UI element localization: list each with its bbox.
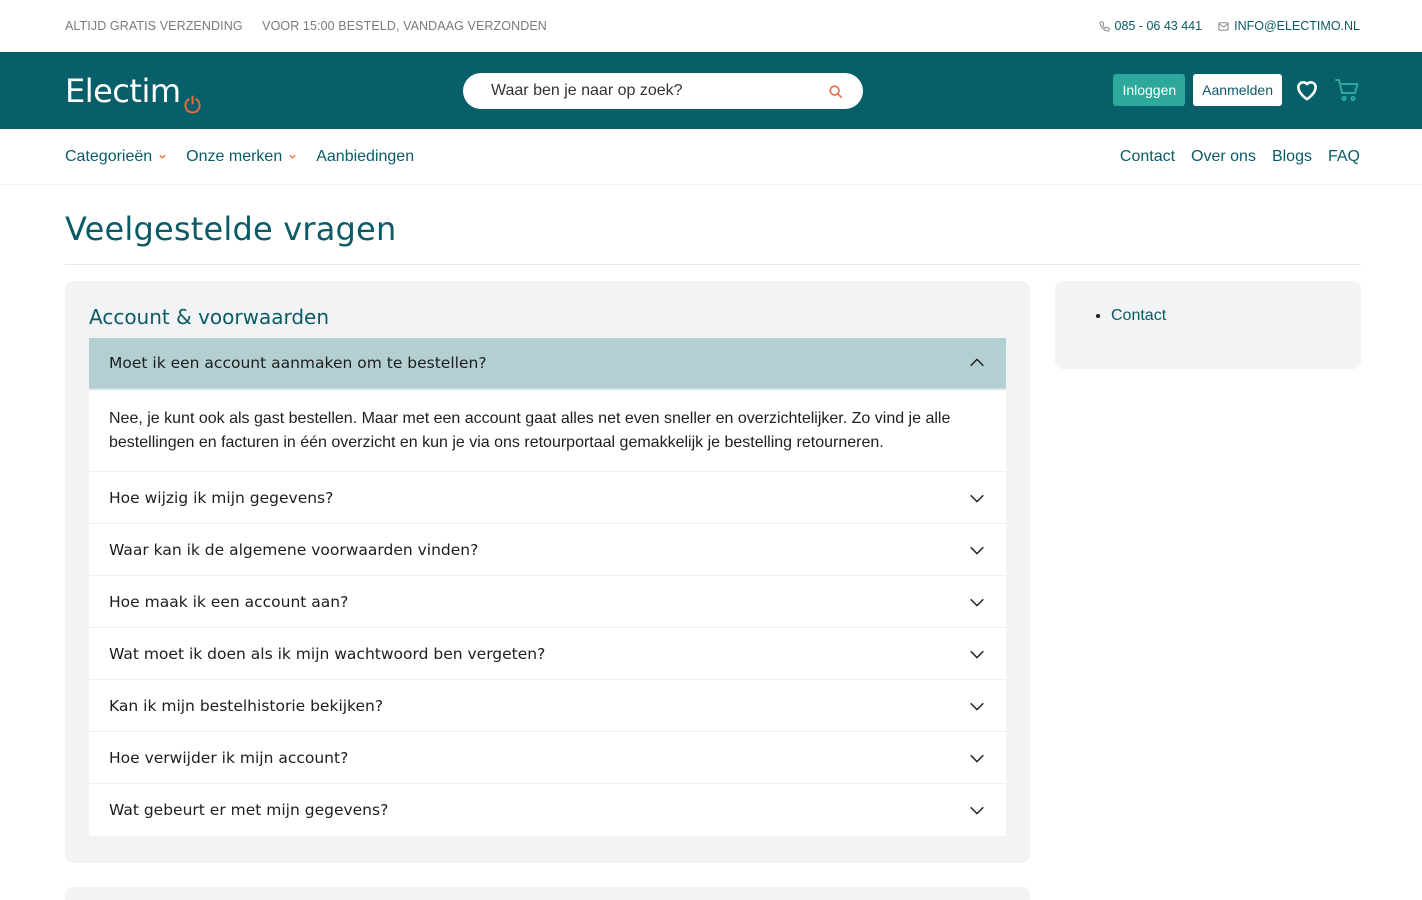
mail-icon xyxy=(1218,21,1229,31)
faq-item: Waar kan ik de algemene voorwaarden vind… xyxy=(89,524,1006,576)
faq-section: Account & voorwaarden Moet ik een accoun… xyxy=(65,281,1030,863)
search-input[interactable] xyxy=(491,82,828,100)
email-address: INFO@ELECTIMO.NL xyxy=(1234,19,1360,33)
faq-question: Kan ik mijn bestelhistorie bekijken? xyxy=(109,696,384,715)
nav-right: Contact Over ons Blogs FAQ xyxy=(1104,148,1360,166)
logo[interactable]: Electim xyxy=(65,71,202,114)
chevron-down-icon xyxy=(970,650,984,659)
nav-item-faq[interactable]: FAQ xyxy=(1328,148,1360,166)
nav-item-brands[interactable]: Onze merken xyxy=(186,148,297,166)
sidebar-link-contact[interactable]: Contact xyxy=(1111,307,1361,325)
faq-question-toggle[interactable]: Wat gebeurt er met mijn gegevens? xyxy=(89,784,1006,836)
chevron-down-icon xyxy=(970,754,984,763)
nav-item-categories[interactable]: Categorieën xyxy=(65,148,167,166)
faq-question-toggle[interactable]: Hoe maak ik een account aan? xyxy=(89,576,1006,628)
usp-list: ALTIJD GRATIS VERZENDING VOOR 15:00 BEST… xyxy=(65,19,563,33)
faq-question: Hoe verwijder ik mijn account? xyxy=(109,748,349,767)
contact-info: 085 - 06 43 441 INFO@ELECTIMO.NL xyxy=(1099,19,1360,33)
faq-question: Hoe wijzig ik mijn gegevens? xyxy=(109,488,334,507)
login-button[interactable]: Inloggen xyxy=(1113,74,1186,106)
faq-item: Kan ik mijn bestelhistorie bekijken? xyxy=(89,680,1006,732)
faq-item: Hoe wijzig ik mijn gegevens? xyxy=(89,472,1006,524)
faq-question: Wat moet ik doen als ik mijn wachtwoord … xyxy=(109,644,546,663)
nav-item-label: Categorieën xyxy=(65,147,153,165)
phone-number: 085 - 06 43 441 xyxy=(1114,19,1203,33)
chevron-down-icon xyxy=(159,154,166,159)
search-bar xyxy=(463,73,863,109)
faq-item: Hoe maak ik een account aan? xyxy=(89,576,1006,628)
chevron-down-icon xyxy=(970,546,984,555)
chevron-down-icon xyxy=(970,806,984,815)
faq-answer: Nee, je kunt ook als gast bestellen. Maa… xyxy=(89,390,1006,472)
phone-icon xyxy=(1099,20,1110,31)
usp-same-day: VOOR 15:00 BESTELD, VANDAAG VERZONDEN xyxy=(262,19,547,33)
faq-sidebar: Contact xyxy=(1055,281,1361,369)
nav-item-contact[interactable]: Contact xyxy=(1120,148,1175,166)
faq-item: Wat moet ik doen als ik mijn wachtwoord … xyxy=(89,628,1006,680)
usp-free-shipping: ALTIJD GRATIS VERZENDING xyxy=(65,19,243,33)
chevron-down-icon xyxy=(970,598,984,607)
faq-question-toggle[interactable]: Kan ik mijn bestelhistorie bekijken? xyxy=(89,680,1006,732)
faq-question: Hoe maak ik een account aan? xyxy=(109,592,349,611)
chevron-up-icon xyxy=(970,358,984,367)
chevron-down-icon xyxy=(289,154,296,159)
divider xyxy=(65,264,1361,265)
nav-item-label: Onze merken xyxy=(186,147,283,165)
chevron-down-icon xyxy=(970,702,984,711)
nav-item-about[interactable]: Over ons xyxy=(1191,148,1256,166)
chevron-down-icon xyxy=(970,494,984,503)
sidebar-link-list: Contact xyxy=(1095,307,1361,325)
faq-section-next xyxy=(65,887,1030,900)
header-actions: Inloggen Aanmelden xyxy=(1113,74,1360,106)
nav-item-blogs[interactable]: Blogs xyxy=(1272,148,1312,166)
faq-item: Moet ik een account aanmaken om te beste… xyxy=(89,338,1006,472)
faq-question-toggle[interactable]: Hoe wijzig ik mijn gegevens? xyxy=(89,472,1006,524)
faq-question-toggle[interactable]: Wat moet ik doen als ik mijn wachtwoord … xyxy=(89,628,1006,680)
register-button[interactable]: Aanmelden xyxy=(1193,74,1282,106)
email-link[interactable]: INFO@ELECTIMO.NL xyxy=(1218,19,1360,33)
faq-question: Wat gebeurt er met mijn gegevens? xyxy=(109,801,389,819)
cart-icon[interactable] xyxy=(1334,77,1360,103)
logo-text: Electim xyxy=(65,71,181,110)
search-icon[interactable] xyxy=(828,84,843,99)
faq-section-title: Account & voorwaarden xyxy=(89,305,330,329)
faq-question: Waar kan ik de algemene voorwaarden vind… xyxy=(109,540,479,559)
faq-item: Wat gebeurt er met mijn gegevens? xyxy=(89,784,1006,836)
usp-bar: ALTIJD GRATIS VERZENDING VOOR 15:00 BEST… xyxy=(0,0,1422,52)
faq-item: Hoe verwijder ik mijn account? xyxy=(89,732,1006,784)
faq-accordion: Moet ik een account aanmaken om te beste… xyxy=(89,338,1006,836)
main-nav: Categorieën Onze merken Aanbiedingen Con… xyxy=(0,129,1422,185)
phone-link[interactable]: 085 - 06 43 441 xyxy=(1099,19,1203,33)
heart-icon[interactable] xyxy=(1294,77,1320,103)
nav-item-offers[interactable]: Aanbiedingen xyxy=(316,148,414,166)
nav-left: Categorieën Onze merken Aanbiedingen xyxy=(65,148,433,166)
faq-question: Moet ik een account aanmaken om te beste… xyxy=(109,354,487,372)
nav-item-label: Aanbiedingen xyxy=(316,147,415,165)
faq-question-toggle[interactable]: Moet ik een account aanmaken om te beste… xyxy=(89,338,1006,390)
logo-power-icon xyxy=(183,84,202,114)
page-title: Veelgestelde vragen xyxy=(65,210,397,248)
faq-question-toggle[interactable]: Waar kan ik de algemene voorwaarden vind… xyxy=(89,524,1006,576)
site-header: Electim Inloggen Aanmelden xyxy=(0,52,1422,129)
faq-question-toggle[interactable]: Hoe verwijder ik mijn account? xyxy=(89,732,1006,784)
